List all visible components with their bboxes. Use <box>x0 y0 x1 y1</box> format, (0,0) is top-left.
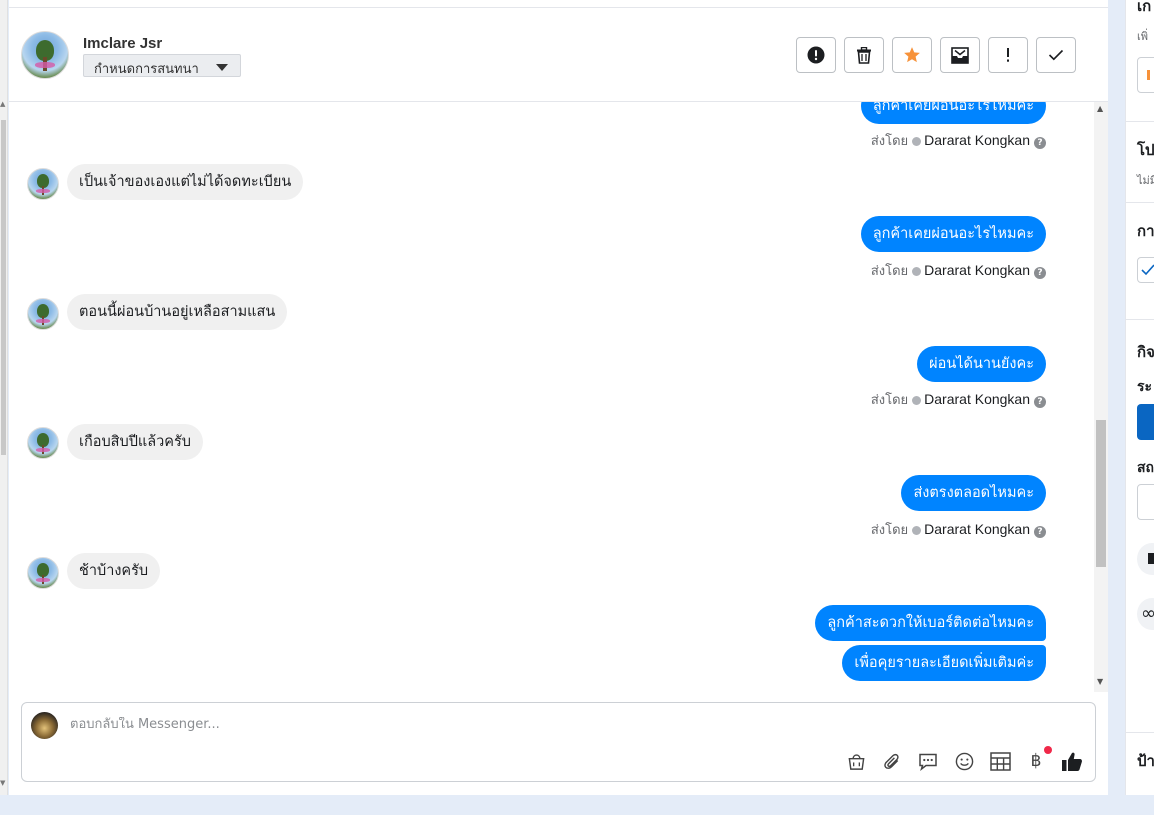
caret-down-icon <box>216 64 228 71</box>
incoming-message[interactable]: เป็นเจ้าของเองแต่ไม่ได้จดทะเบียน <box>67 164 304 200</box>
section-title-activity: กา <box>1137 222 1154 240</box>
section-title-labels: ป้า <box>1137 752 1154 770</box>
star-button[interactable] <box>892 37 932 73</box>
checkmark-icon <box>1048 49 1064 61</box>
sent-by-line: ส่งโดย Dararat Kongkan? <box>871 389 1046 410</box>
emoji-icon[interactable] <box>953 750 975 772</box>
page-scrollbar[interactable]: ▲ ▼ <box>0 0 8 795</box>
notification-dot <box>1044 746 1052 754</box>
star-icon <box>904 47 920 63</box>
exclamation-icon <box>1007 48 1009 62</box>
mark-unread-button[interactable] <box>940 37 980 73</box>
conversation-status-dropdown[interactable]: กำหนดการสนทนา <box>83 54 241 77</box>
customer-avatar <box>27 557 59 589</box>
customer-avatar <box>27 168 59 200</box>
message-list[interactable]: ลูกค้าเคยผ่อนอะไรไหมคะ ส่งโดย Dararat Kon… <box>9 102 1094 692</box>
incoming-message[interactable]: ช้าบ้างครับ <box>67 553 161 589</box>
infinity-button[interactable]: ∞ <box>1137 598 1154 630</box>
field-label: ระ <box>1137 379 1153 395</box>
page-scrollbar-thumb[interactable] <box>1 120 6 455</box>
help-icon[interactable]: ? <box>1034 137 1046 149</box>
scroll-up-arrow-icon[interactable]: ▲ <box>0 100 5 108</box>
outgoing-message[interactable]: เพื่อคุยรายละเอียดเพิ่มเติมค่ะ <box>842 645 1046 681</box>
outgoing-message[interactable]: ผ่อนได้นานยังคะ <box>917 346 1046 382</box>
sender-status-icon <box>912 267 922 276</box>
page-avatar <box>31 712 58 739</box>
done-button[interactable] <box>1036 37 1076 73</box>
status-input[interactable] <box>1137 484 1154 520</box>
incoming-message[interactable]: เกือบสิบปีแล้วครับ <box>67 424 203 460</box>
infinity-icon: ∞ <box>1141 603 1154 624</box>
scroll-down-arrow-icon[interactable]: ▼ <box>0 779 5 787</box>
customer-info-panel: เก เพิ่ โป ไม่มี กา กิจ ระ สถ ∞ ป้า <box>1125 0 1154 795</box>
section-title-promo: โป <box>1137 141 1154 159</box>
section-subtitle: เพิ่ <box>1137 30 1149 43</box>
follow-up-button[interactable] <box>988 37 1028 73</box>
help-icon[interactable]: ? <box>1034 526 1046 538</box>
alert-circle-icon <box>807 46 825 64</box>
status-dropdown-label: กำหนดการสนทนา <box>94 62 199 77</box>
bookmark-button[interactable] <box>1137 543 1154 575</box>
shopping-bag-icon[interactable] <box>845 750 867 772</box>
reply-composer: ฿ <box>21 702 1096 782</box>
conversation-panel: Imclare Jsr กำหนดการสนทนา ลูกค้าเคยผ่อนอ… <box>9 0 1108 795</box>
help-icon[interactable]: ? <box>1034 396 1046 408</box>
sender-name[interactable]: Dararat Kongkan <box>924 391 1030 407</box>
incoming-message[interactable]: ตอนนี้ผ่อนบ้านอยู่เหลือสามแสน <box>67 294 288 330</box>
saved-reply-icon[interactable] <box>917 750 939 772</box>
sender-status-icon <box>912 396 922 405</box>
message-scrollbar-thumb[interactable] <box>1096 420 1106 567</box>
sent-by-line: ส่งโดย Dararat Kongkan? <box>871 130 1046 151</box>
outgoing-message[interactable]: ลูกค้าเคยผ่อนอะไรไหมคะ <box>860 102 1046 124</box>
sender-status-icon <box>912 137 922 146</box>
message-list-scrollbar[interactable]: ▲ ▼ <box>1094 102 1108 692</box>
thumbs-up-icon[interactable] <box>1061 750 1083 772</box>
conversation-header: Imclare Jsr กำหนดการสนทนา <box>9 7 1108 102</box>
bookmark-icon <box>1148 553 1154 564</box>
outgoing-message[interactable]: ส่งตรงตลอดไหมคะ <box>901 475 1046 511</box>
checkbox-field[interactable] <box>1137 257 1154 283</box>
sender-status-icon <box>912 526 922 535</box>
envelope-icon <box>951 46 969 64</box>
trash-icon <box>857 46 871 64</box>
help-icon[interactable]: ? <box>1034 267 1046 279</box>
table-icon[interactable] <box>989 750 1011 772</box>
primary-action-button[interactable] <box>1137 404 1154 440</box>
contact-avatar[interactable] <box>21 31 69 79</box>
paperclip-icon[interactable] <box>881 750 903 772</box>
sent-by-line: ส่งโดย Dararat Kongkan? <box>871 519 1046 540</box>
section-title-tags: เก <box>1137 0 1152 15</box>
checkmark-icon <box>1141 264 1154 276</box>
outgoing-message[interactable]: ลูกค้าเคยผ่อนอะไรไหมคะ <box>860 216 1046 252</box>
sender-name[interactable]: Dararat Kongkan <box>924 132 1030 148</box>
customer-avatar <box>27 298 59 330</box>
section-title-tasks: กิจ <box>1137 343 1154 361</box>
outgoing-message[interactable]: ลูกค้าสะดวกให้เบอร์ติดต่อไหมคะ <box>815 605 1046 641</box>
sent-by-line: ส่งโดย Dararat Kongkan? <box>871 260 1046 281</box>
sender-name[interactable]: Dararat Kongkan <box>924 262 1030 278</box>
baht-icon[interactable]: ฿ <box>1025 750 1047 772</box>
scroll-down-arrow-icon[interactable]: ▼ <box>1097 677 1103 686</box>
delete-button[interactable] <box>844 37 884 73</box>
customer-avatar <box>27 427 59 459</box>
contact-name[interactable]: Imclare Jsr <box>83 35 162 52</box>
field-label: สถ <box>1137 460 1154 476</box>
sender-name[interactable]: Dararat Kongkan <box>924 521 1030 537</box>
page-background <box>0 795 1154 815</box>
reply-input[interactable] <box>70 717 970 732</box>
tag-input[interactable] <box>1137 57 1154 93</box>
scroll-up-arrow-icon[interactable]: ▲ <box>1097 104 1103 113</box>
section-subtitle: ไม่มี <box>1137 174 1154 187</box>
spam-button[interactable] <box>796 37 836 73</box>
